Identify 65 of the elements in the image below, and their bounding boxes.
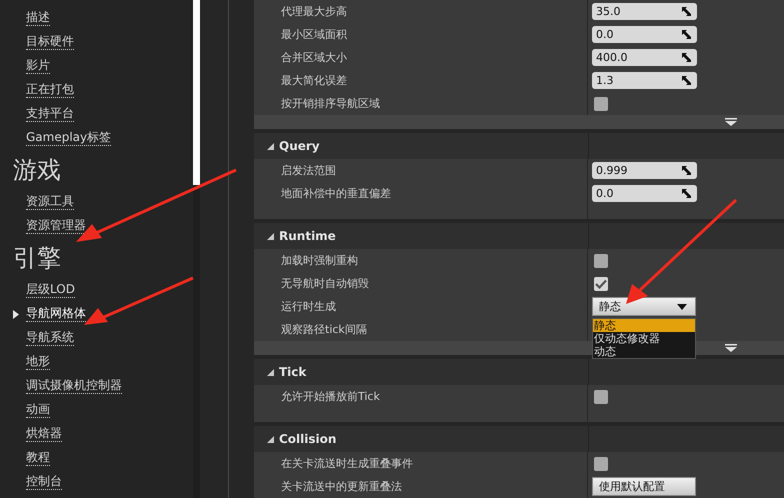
resize-arrow-icon [682,53,691,62]
sidebar-item[interactable]: 地形 [26,354,50,370]
sidebar-item[interactable]: 烘焙器 [26,426,62,442]
category-title: Query [279,139,320,153]
category-title: Runtime [279,229,336,243]
property-label: 允许开始播放前Tick [281,389,380,404]
category-title: Tick [279,365,306,379]
property-label: 加载时强制重构 [281,253,358,268]
category-header[interactable]: Collision [254,426,784,452]
property-label: 合并区域大小 [281,50,347,65]
number-field[interactable]: 0.0 [592,185,697,202]
dropdown-option[interactable]: 动态 [593,345,695,358]
number-field[interactable]: 1.3 [592,72,697,89]
dropdown-option[interactable]: 仅动态修改器 [593,332,695,345]
sidebar-item[interactable]: Gameplay标签 [26,130,112,146]
property-label: 关卡流送中的更新重叠法 [281,479,402,494]
category-title: Collision [279,432,336,446]
sidebar-item[interactable]: 影片 [26,58,50,74]
property-label: 最大简化误差 [281,73,347,88]
property-label: 在关卡流送时生成重叠事件 [281,456,413,471]
sidebar-item[interactable]: 支持平台 [26,106,74,122]
property-label: 运行时生成 [281,299,336,314]
property-label: 最小区域面积 [281,27,347,42]
checkbox[interactable] [594,456,608,470]
number-field[interactable]: 35.0 [592,3,697,20]
resize-arrow-icon [682,166,691,175]
resize-arrow-icon [682,7,691,16]
section-heading: 游戏 [12,155,62,186]
sidebar-item[interactable]: 正在打包 [26,82,74,98]
scrollbar-thumb[interactable] [193,0,200,185]
sidebar-item[interactable]: 导航网格体 [26,306,86,322]
checkbox[interactable] [594,254,608,268]
resize-arrow-icon [682,189,691,198]
property-label: 无导航时自动销毁 [281,276,369,291]
checkbox[interactable] [594,96,608,110]
category-header[interactable]: Runtime [254,223,784,249]
sidebar-item[interactable]: 调试摄像机控制器 [26,378,122,394]
resize-arrow-icon [682,76,691,85]
number-field[interactable]: 0.999 [592,162,697,179]
sidebar-item[interactable]: 资源工具 [26,194,74,210]
sidebar-item[interactable]: 描述 [26,10,50,26]
category-header[interactable]: Query [254,133,784,159]
dropdown[interactable]: 静态 [592,297,696,316]
category-header[interactable]: Tick [254,359,784,385]
checkbox[interactable] [594,276,608,290]
property-label: 按开销排序导航区域 [281,96,380,111]
sidebar-item[interactable]: 教程 [26,450,50,466]
sidebar-item[interactable]: 动画 [26,402,50,418]
sidebar-item[interactable]: 层级LOD [26,282,75,298]
section-heading: 引擎 [12,243,62,274]
sidebar-item[interactable]: 控制台 [26,474,62,490]
number-field[interactable]: 400.0 [592,49,697,66]
dropdown[interactable]: 使用默认配置 [592,477,696,496]
checkbox[interactable] [594,390,608,404]
sidebar-item[interactable]: 导航系统 [26,330,74,346]
property-label: 代理最大步高 [281,4,347,19]
number-field[interactable]: 0.0 [592,26,697,43]
dropdown-option[interactable]: 静态 [593,319,695,332]
advanced-toggle-bar[interactable] [254,115,784,129]
caret-icon [677,304,687,310]
property-label: 地面补偿中的垂直偏差 [281,186,391,201]
resize-arrow-icon [682,30,691,39]
sidebar-item[interactable]: 目标硬件 [26,34,74,50]
property-label: 观察路径tick间隔 [281,322,367,337]
property-label: 启发法范围 [281,163,336,178]
